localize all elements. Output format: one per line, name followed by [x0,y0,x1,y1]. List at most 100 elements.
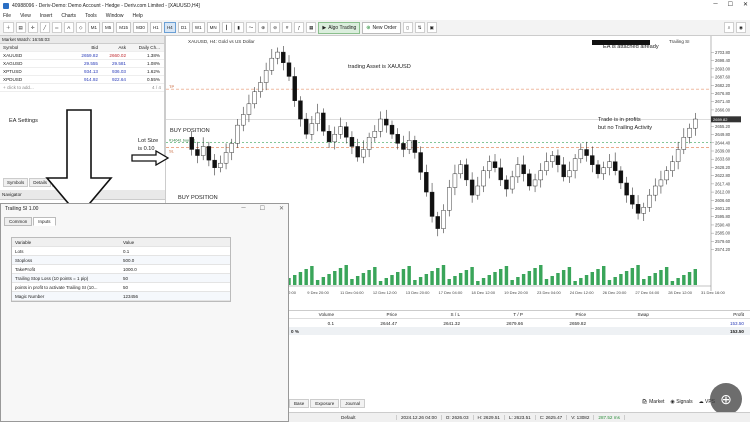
col-profit[interactable]: Profit [649,312,744,317]
input-row-trailing-stop[interactable]: Trailing Stop Loss (10 points = 1 pip) 5… [12,274,230,283]
zoom-in-icon[interactable]: ⊕ [258,22,269,33]
tab-symbols[interactable]: Symbols [3,178,29,187]
candle [658,179,664,187]
variable-value[interactable]: 0.1 [120,249,230,254]
indicators-icon[interactable]: ƒ [294,22,305,33]
tab-common[interactable]: Common [4,217,33,226]
menu-charts[interactable]: Charts [61,13,76,19]
menu-insert[interactable]: Insert [40,13,53,19]
input-row-activate-points[interactable]: points in profit to activate Trailing SI… [12,283,230,292]
dialog-close-icon[interactable]: ✕ [279,205,284,212]
screenshot-icon[interactable]: ▣ [426,22,437,33]
variable-value[interactable]: 123456 [120,294,230,299]
market-row-xpdusd[interactable]: XPDUSD 914.92 922.64 0.55% [0,76,164,84]
menu-view[interactable]: View [20,13,31,19]
line-icon[interactable]: ╱ [39,22,50,33]
tab-inputs[interactable]: Inputs [33,217,56,226]
variable-value[interactable]: 50 [120,276,230,281]
profiles-icon[interactable]: ▤ [15,22,26,33]
input-row-lots[interactable]: Lots 0.1 [12,247,230,256]
variable-value[interactable]: 50 [120,285,230,290]
col-current-price[interactable]: Price [523,312,586,317]
volume-bar [670,281,675,285]
variable-value[interactable]: 1000.0 [120,267,230,272]
user-icon[interactable]: ◉ [736,22,746,33]
col-sl[interactable]: S / L [397,312,460,317]
volume-bar [682,275,686,285]
tf-m1[interactable]: M1 [87,22,101,33]
tab-base[interactable]: Base [289,399,310,408]
grid-icon[interactable]: # [282,22,293,33]
candle [469,179,475,196]
menu-help[interactable]: Help [133,13,143,19]
input-row-takeprofit[interactable]: TakeProfit 1000.0 [12,265,230,274]
market-link[interactable]: 🛍 Market [641,399,664,405]
line-chart-icon[interactable]: 〜 [245,22,257,33]
trade-icon[interactable]: ⇅ [414,22,425,33]
col-swap[interactable]: Swap [586,312,650,317]
window-title: 40988096 - Deriv-Demo: Demo Account - He… [12,2,200,9]
templates-icon[interactable]: ▦ [306,22,317,33]
algo-icon: ▶ [322,24,327,31]
market-row-xptusd[interactable]: XPTUSD 934.13 936.03 1.62% [0,68,164,76]
tf-w1[interactable]: W1 [191,22,205,33]
shapes-icon[interactable]: ◇ [75,22,86,33]
col-symbol[interactable]: Symbol [0,45,70,50]
text-icon[interactable]: A [63,22,74,33]
signals-link[interactable]: ◉ Signals [670,399,692,405]
col-ask[interactable]: Ask [98,45,126,50]
trading-asset-note: trading Asset is XAUUSD [348,64,411,70]
tf-m30[interactable]: M30 [133,22,148,33]
tf-m15[interactable]: M15 [116,22,132,33]
crosshair-icon[interactable]: ✛ [27,22,38,33]
algo-trading-button[interactable]: ▶ Algo Trading [318,21,361,34]
variable-value[interactable]: 500.0 [120,258,230,263]
market-watch-title: Market Watch: 16:55:03 [0,36,164,44]
new-order-button[interactable]: ⊕ New Order [362,21,401,34]
bar-chart-icon[interactable]: ┃ [221,22,232,33]
add-symbol-row[interactable]: + click to add... 4 / 4 [0,84,164,92]
col-daily-change[interactable]: Daily Ch... [126,45,162,50]
zoom-out-icon[interactable]: ⊖ [270,22,281,33]
market-row-xauusd[interactable]: XAUUSD 2659.82 2660.02 1.38% [0,52,164,60]
date-tick-label: 17 Dec 04:00 [439,290,464,295]
dialog-minimize-icon[interactable]: ─ [241,205,245,212]
tf-m5[interactable]: M5 [102,22,115,33]
menu-file[interactable]: File [3,13,11,19]
tf-h1[interactable]: H1 [149,22,162,33]
depth-icon[interactable]: ▯ [402,22,413,33]
market-row-xagusd[interactable]: XAGUSD 29.555 29.581 1.08% [0,60,164,68]
close-icon[interactable]: ✕ [743,1,748,8]
tf-d1[interactable]: D1 [177,22,190,33]
search-icon[interactable]: ⌕ [724,22,734,33]
tab-journal[interactable]: Journal [340,399,366,408]
minimize-icon[interactable]: ─ [713,1,717,8]
col-tp[interactable]: T / P [460,312,523,317]
channel-icon[interactable]: ═ [51,22,62,33]
volume-bar [401,269,406,285]
volume-bar [355,276,360,285]
trade-row[interactable]: 0.1 2644.47 2641.32 2679.66 2659.82 153.… [289,319,750,327]
tab-exposure[interactable]: Exposure [310,399,340,408]
col-price[interactable]: Price [334,312,397,317]
tf-mn[interactable]: MN [206,22,220,33]
candle [492,161,498,168]
magnify-icon[interactable]: ⊕ [710,383,742,415]
maximize-icon[interactable]: ☐ [728,1,733,8]
price-tick-label: 2574.20 [715,247,731,252]
col-volume[interactable]: Volume [289,312,334,317]
menu-tools[interactable]: Tools [85,13,97,19]
menu-window[interactable]: Window [106,13,124,19]
date-tick-label: 19 Dec 20:00 [504,290,529,295]
date-tick-label: 9 Dec 20:00 [307,290,329,295]
input-row-magic-number[interactable]: Magic Number 123456 [12,292,230,301]
tf-h4[interactable]: H4 [163,22,176,33]
input-row-stoploss[interactable]: Stoploss 500.0 [12,256,230,265]
col-bid[interactable]: Bid [70,45,98,50]
new-chart-icon[interactable]: ＋ [3,22,14,33]
candle-icon[interactable]: ▮ [233,22,244,33]
right-arrow-icon [131,150,170,166]
volume-bar [413,280,417,285]
status-profile[interactable]: Default [337,415,397,420]
dialog-maximize-icon[interactable]: ☐ [260,205,265,212]
